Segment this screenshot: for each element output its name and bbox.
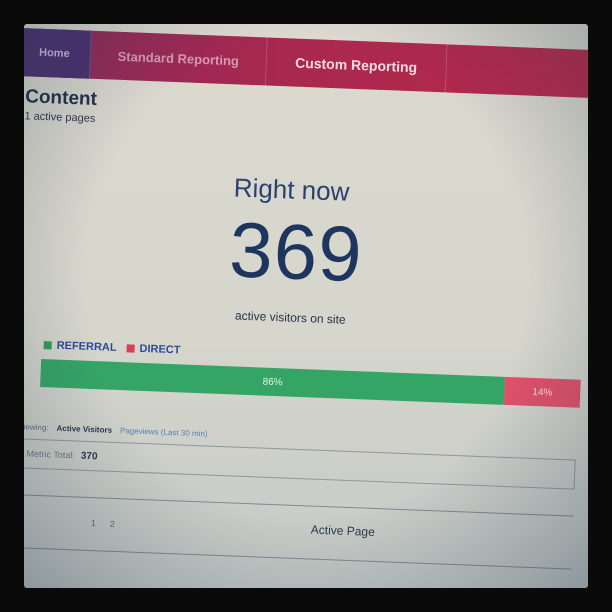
direct-swatch	[126, 344, 135, 353]
pager-page-2[interactable]: 2	[110, 519, 115, 529]
active-visitors-caption: active visitors on site	[234, 308, 346, 327]
metric-total-box: Metric Total: 370	[24, 438, 576, 490]
legend-direct: DIRECT	[126, 342, 181, 357]
pager-page-1[interactable]: 1	[91, 518, 96, 528]
nav-custom-reporting[interactable]: Custom Reporting	[265, 37, 448, 93]
realtime-heading: Right now	[233, 172, 351, 207]
traffic-legend: REFERRAL DIRECT	[43, 339, 181, 357]
column-active-page[interactable]: Active Page	[311, 523, 376, 539]
top-nav: Home Standard Reporting Custom Reporting	[24, 27, 588, 99]
viewing-pageviews-link[interactable]: Pageviews (Last 30 min)	[120, 426, 208, 438]
analytics-screen: Home Standard Reporting Custom Reporting…	[24, 24, 588, 588]
viewing-label: Viewing:	[24, 422, 49, 433]
active-visitor-count: 369	[227, 205, 365, 299]
traffic-source-bar: 86% 14%	[40, 359, 581, 408]
nav-home[interactable]: Home	[24, 27, 92, 79]
page-subtitle: 1 active pages	[24, 110, 96, 125]
metric-total-label: Metric Total:	[26, 448, 76, 461]
page-title: Content	[24, 86, 98, 111]
legend-referral-label: REFERRAL	[56, 339, 117, 354]
referral-segment[interactable]: 86%	[40, 359, 506, 405]
direct-segment[interactable]: 14%	[504, 376, 581, 408]
active-page-table-header: 1 2 Active Page	[24, 494, 574, 570]
viewing-switcher: Viewing: Active Visitors Pageviews (Last…	[24, 422, 208, 438]
referral-swatch	[43, 341, 52, 350]
photo-frame: Home Standard Reporting Custom Reporting…	[24, 24, 588, 588]
pager: 1 2	[91, 518, 115, 529]
legend-referral: REFERRAL	[43, 339, 117, 354]
metric-total-value: 370	[80, 450, 98, 462]
viewing-active-visitors[interactable]: Active Visitors	[56, 424, 112, 435]
legend-direct-label: DIRECT	[139, 342, 181, 357]
nav-standard-reporting[interactable]: Standard Reporting	[89, 30, 268, 86]
